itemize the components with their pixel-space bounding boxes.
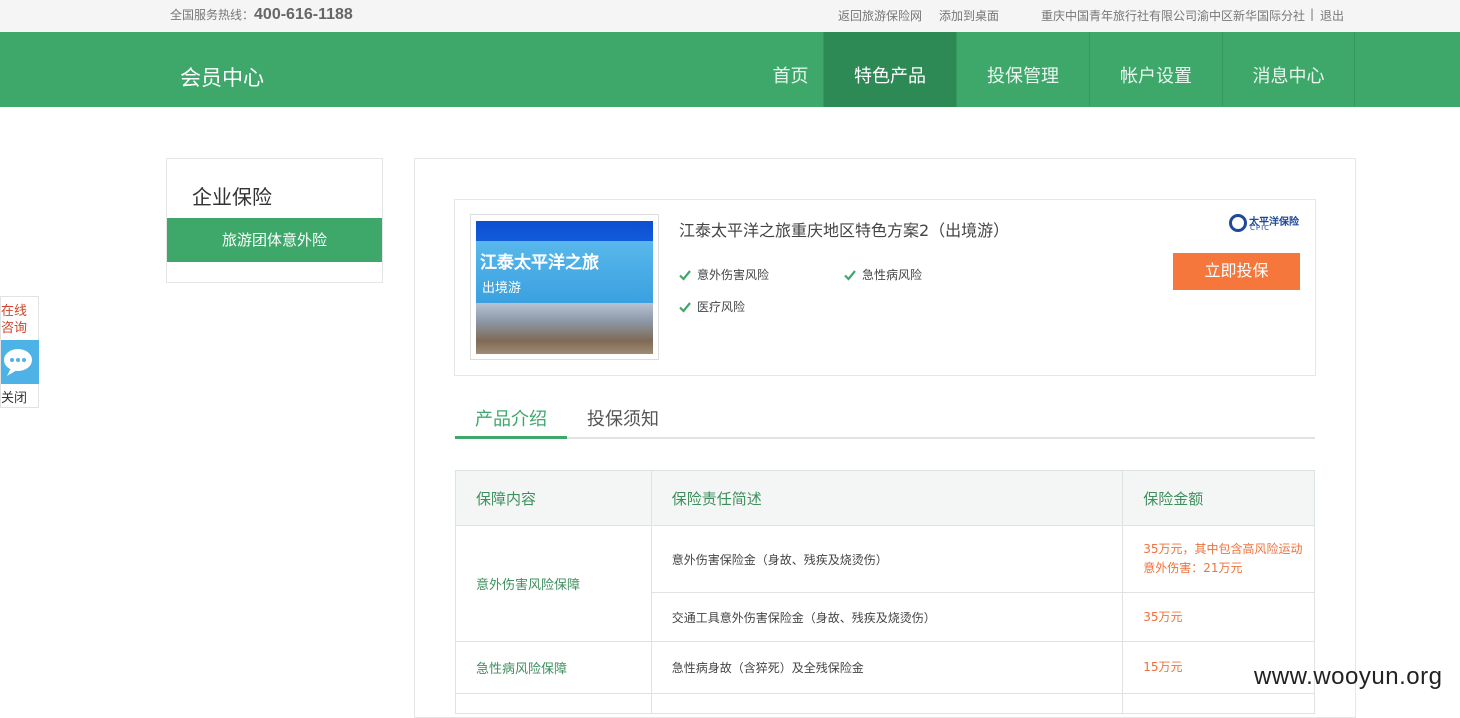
nav-featured-products[interactable]: 特色产品 — [823, 32, 956, 107]
agency-name: 重庆中国青年旅行社有限公司渝中区新华国际分社 — [1041, 9, 1306, 23]
table-row: 意外伤害风险保障 意外伤害保险金（身故、残疾及烧烫伤） 35万元，其中包含高风险… — [455, 525, 1315, 642]
tab-product-intro[interactable]: 产品介绍 — [455, 405, 567, 439]
header: 会员中心 首页 特色产品 投保管理 帐户设置 消息中心 — [0, 32, 1460, 107]
coverage-category: 意外伤害风险保障 — [455, 525, 652, 642]
sidebar-title: 企业保险 — [192, 185, 272, 209]
topbar-separator: | — [1310, 7, 1315, 21]
feature-item: 意外伤害风险 — [679, 266, 769, 283]
buy-now-button[interactable]: 立即投保 — [1173, 253, 1300, 290]
coverage-desc: 交通工具意外伤害保险金（身故、残疾及烧烫伤） — [650, 592, 1124, 642]
table-header-row: 保障内容 保险责任简述 保险金额 — [455, 470, 1315, 526]
product-title[interactable]: 江泰太平洋之旅重庆地区特色方案2（出境游） — [679, 217, 1009, 241]
table-row: 急性病风险保障 急性病身故（含猝死）及全残保险金 15万元 — [455, 641, 1315, 694]
check-icon — [844, 270, 856, 281]
hotline-number: 400-616-1188 — [254, 6, 353, 23]
check-icon — [679, 270, 691, 281]
check-icon — [679, 302, 691, 313]
coverage-amount: 35万元 — [1122, 592, 1315, 642]
col-header: 保险金额 — [1122, 470, 1315, 526]
cpic-logo-icon — [1229, 214, 1247, 232]
image-title: 江泰太平洋之旅 — [480, 253, 599, 273]
insurer-logo: 太平洋保险 CPIC — [1229, 212, 1301, 234]
consult-label: 在线 咨询 — [1, 304, 28, 336]
table-row — [455, 693, 1315, 714]
nav-policy-management[interactable]: 投保管理 — [956, 32, 1089, 107]
product-image[interactable]: 江泰太平洋之旅 出境游 — [476, 221, 653, 354]
brand-title: 会员中心 — [180, 66, 264, 90]
coverage-desc: 急性病身故（含猝死）及全残保险金 — [650, 641, 1124, 694]
feature-item: 急性病风险 — [844, 266, 922, 283]
feature-item: 医疗风险 — [679, 298, 745, 315]
hotline-label: 全国服务热线： — [170, 8, 255, 22]
col-header: 保险责任简述 — [650, 470, 1124, 526]
tab-policy-notice[interactable]: 投保须知 — [567, 405, 679, 439]
sidebar: 企业保险 旅游团体意外险 — [166, 158, 383, 283]
sidebar-item-group-travel[interactable]: 旅游团体意外险 — [167, 218, 382, 262]
coverage-table: 保障内容 保险责任简述 保险金额 意外伤害风险保障 意外伤害保险金（身故、残疾及… — [455, 470, 1315, 714]
coverage-desc: 意外伤害保险金（身故、残疾及烧烫伤） — [650, 525, 1124, 593]
insurer-abbr: CPIC — [1250, 224, 1271, 232]
nav-message-center[interactable]: 消息中心 — [1222, 32, 1355, 107]
hotline: 全国服务热线：400-616-1188 — [170, 6, 353, 24]
back-to-site-link[interactable]: 返回旅游保险网 — [838, 7, 922, 24]
top-bar: 全国服务热线：400-616-1188 返回旅游保险网 添加到桌面 重庆中国青年… — [0, 0, 1460, 32]
consult-close-button[interactable]: 关闭 — [1, 387, 27, 406]
watermark: www.wooyun.org — [1254, 663, 1443, 690]
coverage-category: 急性病风险保障 — [455, 641, 652, 694]
coverage-amount: 35万元，其中包含高风险运动 意外伤害：21万元 — [1122, 525, 1315, 593]
nav-account-settings[interactable]: 帐户设置 — [1089, 32, 1222, 107]
add-to-desktop-link[interactable]: 添加到桌面 — [939, 7, 999, 24]
logout-link[interactable]: 退出 — [1320, 7, 1344, 24]
image-subtitle: 出境游 — [482, 281, 522, 296]
chat-bubble-icon[interactable] — [1, 340, 39, 384]
col-header: 保障内容 — [455, 470, 652, 526]
online-consult-widget[interactable]: 在线 咨询 关闭 — [0, 296, 39, 408]
